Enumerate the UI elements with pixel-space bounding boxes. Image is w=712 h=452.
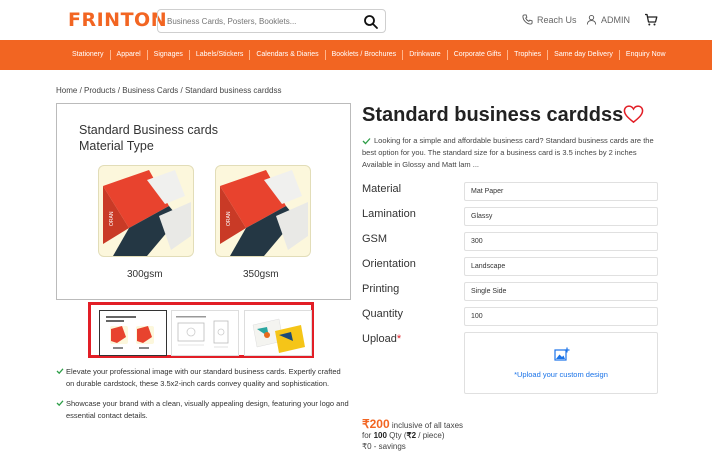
check-icon bbox=[56, 400, 64, 407]
qty-prefix: for bbox=[362, 431, 374, 440]
business-card-illustration: ORAN bbox=[220, 170, 308, 256]
check-icon bbox=[362, 138, 371, 145]
search-icon[interactable] bbox=[363, 14, 379, 30]
upload-label-text: Upload bbox=[362, 333, 397, 345]
quantity-price-line: for 100 Qty (₹2 / piece) bbox=[362, 431, 445, 440]
search-input[interactable] bbox=[167, 14, 357, 29]
nav-item-corporate-gifts[interactable]: Corporate Gifts bbox=[448, 50, 509, 60]
top-header: FRINTON Reach Us ADMIN bbox=[0, 0, 712, 40]
printing-select[interactable]: Single Side bbox=[464, 282, 658, 301]
nav-item-apparel[interactable]: Apparel bbox=[111, 50, 148, 60]
frinton-logo[interactable]: FRINTON bbox=[68, 9, 167, 31]
nav-item-calendars-diaries[interactable]: Calendars & Diaries bbox=[250, 50, 326, 60]
card-sample-300gsm: ORAN bbox=[98, 165, 194, 257]
quantity-select[interactable]: 100 bbox=[464, 307, 658, 326]
check-icon bbox=[56, 368, 64, 375]
upload-design-link[interactable]: *Upload your custom design bbox=[465, 370, 657, 379]
required-asterisk: * bbox=[396, 333, 402, 345]
nav-item-same-day-delivery[interactable]: Same day Delivery bbox=[548, 50, 620, 60]
nav-item-labels-stickers[interactable]: Labels/Stickers bbox=[190, 50, 251, 60]
card-label-300gsm: 300gsm bbox=[127, 269, 163, 280]
feature-text: Elevate your professional image with our… bbox=[66, 367, 341, 388]
reach-us-label: Reach Us bbox=[537, 14, 577, 25]
qty-value: 100 bbox=[373, 431, 387, 440]
qty-suffix: / piece) bbox=[416, 431, 445, 440]
card-label-350gsm: 350gsm bbox=[243, 269, 279, 280]
feature-bullets: Elevate your professional image with our… bbox=[56, 366, 351, 430]
product-main-image: Standard Business cards Material Type OR… bbox=[56, 103, 351, 300]
price-suffix: inclusive of all taxes bbox=[389, 421, 464, 430]
thumbnail-1[interactable] bbox=[99, 310, 167, 356]
material-select[interactable]: Mat Paper bbox=[464, 182, 658, 201]
option-label-material: Material bbox=[362, 183, 402, 195]
nav-item-stationery[interactable]: Stationery bbox=[66, 50, 111, 60]
admin-label: ADMIN bbox=[601, 14, 630, 25]
reach-us-link[interactable]: Reach Us bbox=[522, 14, 577, 25]
svg-text:ORAN: ORAN bbox=[226, 211, 232, 226]
wishlist-heart-icon[interactable] bbox=[623, 104, 644, 125]
option-label-printing: Printing bbox=[362, 283, 400, 295]
product-description: Looking for a simple and affordable busi… bbox=[362, 135, 659, 171]
category-nav: Stationery Apparel Signages Labels/Stick… bbox=[0, 40, 712, 70]
feature-text: Showcase your brand with a clean, visual… bbox=[66, 399, 349, 420]
option-label-lamination: Lamination bbox=[362, 208, 416, 220]
nav-item-enquiry-now[interactable]: Enquiry Now bbox=[620, 50, 672, 60]
thumbnail-3[interactable] bbox=[244, 310, 312, 356]
product-title: Standard business carddss bbox=[362, 104, 624, 126]
user-icon bbox=[586, 15, 597, 25]
feature-bullet-1: Elevate your professional image with our… bbox=[56, 366, 351, 390]
thumbnail-2[interactable] bbox=[171, 310, 239, 356]
savings-line: ₹0 - savings bbox=[362, 442, 406, 451]
nav-item-drinkware[interactable]: Drinkware bbox=[403, 50, 448, 60]
orientation-select[interactable]: Landscape bbox=[464, 257, 658, 276]
option-label-orientation: Orientation bbox=[362, 258, 416, 270]
breadcrumb[interactable]: Home / Products / Business Cards / Stand… bbox=[56, 86, 281, 95]
svg-text:ORAN: ORAN bbox=[109, 211, 115, 226]
card-sample-350gsm: ORAN bbox=[215, 165, 311, 257]
nav-item-trophies[interactable]: Trophies bbox=[508, 50, 549, 60]
option-label-gsm: GSM bbox=[362, 233, 388, 245]
per-piece-price: ₹2 bbox=[406, 431, 417, 440]
phone-icon bbox=[522, 14, 533, 25]
option-label-quantity: Quantity bbox=[362, 308, 403, 320]
feature-bullet-2: Showcase your brand with a clean, visual… bbox=[56, 398, 351, 422]
image-title: Standard Business cards Material Type bbox=[79, 123, 218, 153]
description-text: Looking for a simple and affordable busi… bbox=[362, 136, 654, 169]
image-upload-icon bbox=[554, 347, 570, 361]
option-label-upload: Upload* bbox=[362, 333, 401, 345]
price-line: ₹200 inclusive of all taxes bbox=[362, 417, 463, 431]
thumbnail-strip bbox=[88, 302, 314, 358]
nav-item-signages[interactable]: Signages bbox=[148, 50, 190, 60]
upload-design-dropzone[interactable]: *Upload your custom design bbox=[464, 332, 658, 394]
gsm-select[interactable]: 300 bbox=[464, 232, 658, 251]
search-bar[interactable] bbox=[157, 9, 386, 33]
price-amount: ₹200 bbox=[362, 417, 390, 431]
cart-icon[interactable] bbox=[644, 13, 658, 27]
business-card-illustration: ORAN bbox=[103, 170, 191, 256]
nav-item-booklets-brochures[interactable]: Booklets / Brochures bbox=[326, 50, 404, 60]
qty-mid: Qty ( bbox=[386, 431, 407, 440]
admin-account-link[interactable]: ADMIN bbox=[586, 14, 630, 25]
lamination-select[interactable]: Glassy bbox=[464, 207, 658, 226]
